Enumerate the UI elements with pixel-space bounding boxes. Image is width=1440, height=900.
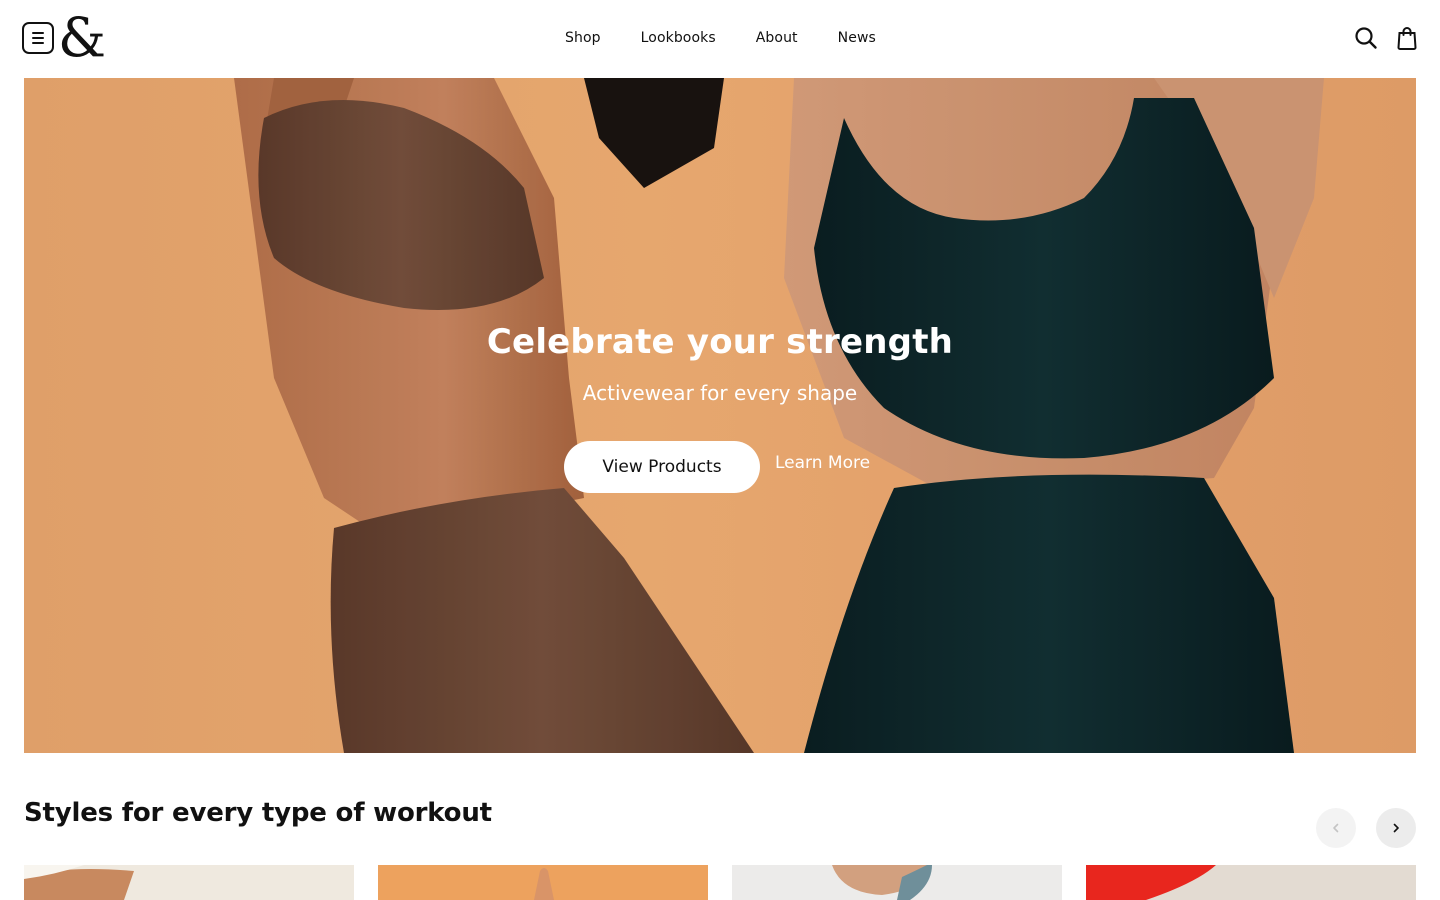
card-image	[732, 865, 1062, 900]
nav-item-news[interactable]: News	[838, 28, 876, 48]
product-card-4[interactable]	[1086, 865, 1416, 900]
nav-item-lookbooks[interactable]: Lookbooks	[641, 28, 716, 48]
chevron-left-icon	[1333, 823, 1339, 833]
section-title: Styles for every type of workout	[24, 798, 492, 828]
hero-title: Celebrate your strength	[486, 322, 954, 362]
search-icon	[1355, 27, 1377, 49]
carousel-prev-button[interactable]	[1316, 808, 1356, 848]
brand-logo[interactable]: &	[58, 8, 106, 68]
card-image	[378, 865, 708, 900]
hero-subtitle: Activewear for every shape	[582, 381, 858, 405]
nav-item-about[interactable]: About	[756, 28, 798, 48]
menu-icon-line	[32, 32, 44, 34]
product-card-2[interactable]	[378, 865, 708, 900]
menu-icon-line	[32, 37, 44, 39]
product-card-3[interactable]	[732, 865, 1062, 900]
product-carousel	[24, 865, 1416, 900]
cart-button[interactable]	[1393, 24, 1421, 52]
learn-more-link[interactable]: Learn More	[775, 453, 870, 473]
site-header: & Shop Lookbooks About News	[0, 0, 1440, 78]
hero-banner: Celebrate your strength Activewear for e…	[24, 78, 1416, 753]
bag-icon	[1397, 27, 1417, 50]
card-image	[1086, 865, 1416, 900]
menu-button[interactable]	[22, 22, 54, 54]
chevron-right-icon	[1393, 823, 1399, 833]
nav-item-shop[interactable]: Shop	[565, 28, 601, 48]
card-image	[24, 865, 354, 900]
main-nav: Shop Lookbooks About News	[565, 28, 876, 48]
carousel-next-button[interactable]	[1376, 808, 1416, 848]
product-card-1[interactable]	[24, 865, 354, 900]
hero-content: Celebrate your strength Activewear for e…	[24, 78, 1416, 753]
view-products-button[interactable]: View Products	[564, 441, 760, 493]
search-button[interactable]	[1352, 24, 1380, 52]
menu-icon-line	[32, 42, 44, 44]
